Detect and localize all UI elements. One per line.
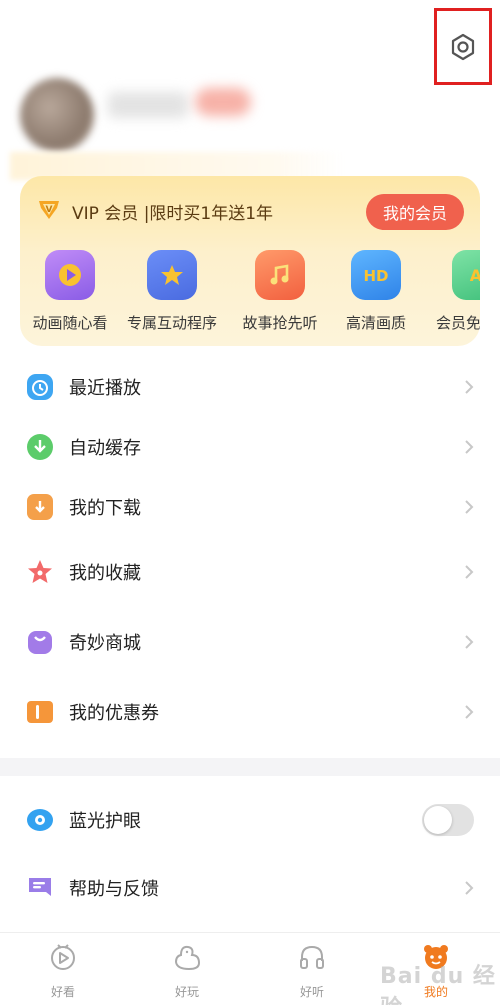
chevron-right-icon: [465, 635, 474, 649]
menu-item-label: 我的收藏: [69, 563, 141, 584]
chevron-right-icon: [465, 380, 474, 394]
chevron-right-icon: [465, 440, 474, 454]
feedback-icon: [29, 878, 51, 896]
vip-crown-icon: V: [39, 201, 59, 219]
perk-ad-free[interactable]: A 会员免: [430, 250, 480, 333]
vip-card[interactable]: V VIP 会员 |限时买1年送1年 我的会员 动画随心看 专属互动程序 故事抢…: [20, 176, 480, 346]
star-icon: [28, 560, 52, 583]
svg-text:A: A: [470, 266, 480, 285]
tab-watch[interactable]: 好看: [33, 941, 93, 1000]
coupon-icon: [27, 701, 53, 723]
music-note-icon: [255, 250, 305, 300]
perk-animation[interactable]: 动画随心看: [26, 250, 114, 333]
perk-interactive[interactable]: 专属互动程序: [120, 250, 224, 333]
toggle-knob: [424, 806, 452, 834]
menu-item-mall[interactable]: 奇妙商城: [0, 617, 500, 667]
auto-download-icon: [27, 434, 53, 460]
eye-icon: [27, 809, 53, 831]
menu-item-coupons[interactable]: 我的优惠券: [0, 687, 500, 737]
menu-item-downloads[interactable]: 我的下载: [0, 482, 500, 532]
tab-listen[interactable]: 好听: [282, 941, 342, 1000]
clock-icon: [27, 374, 53, 400]
star-puzzle-icon: [147, 250, 197, 300]
perk-story[interactable]: 故事抢先听: [228, 250, 332, 333]
blue-light-toggle[interactable]: [422, 804, 474, 836]
headphones-icon: [300, 945, 324, 969]
play-icon: [45, 250, 95, 300]
chevron-right-icon: [465, 500, 474, 514]
chevron-right-icon: [465, 565, 474, 579]
download-icon: [27, 494, 53, 520]
tv-icon: [51, 944, 75, 970]
menu-item-help[interactable]: 帮助与反馈: [0, 863, 500, 913]
ad-free-icon: A: [452, 250, 480, 300]
vip-promo-text: VIP 会员 |限时买1年送1年: [72, 204, 274, 224]
duck-icon: [174, 945, 201, 971]
svg-text:V: V: [46, 205, 53, 215]
avatar[interactable]: [20, 78, 94, 152]
shopping-bag-icon: [28, 631, 52, 654]
gear-icon: [451, 33, 475, 60]
menu-item-label: 帮助与反馈: [69, 879, 159, 900]
menu-item-auto-cache[interactable]: 自动缓存: [0, 422, 500, 472]
menu-item-recent[interactable]: 最近播放: [0, 362, 500, 412]
user-badge-blurred: [195, 88, 251, 116]
menu-item-label: 奇妙商城: [69, 633, 141, 654]
menu-item-favorites[interactable]: 我的收藏: [0, 547, 500, 597]
tab-play[interactable]: 好玩: [157, 941, 217, 1000]
menu-item-label: 我的优惠券: [69, 703, 159, 724]
chevron-right-icon: [465, 881, 474, 895]
settings-button[interactable]: [434, 8, 492, 85]
menu-item-label: 自动缓存: [69, 438, 141, 459]
baidu-watermark: Bai du 经验: [380, 964, 496, 1005]
my-membership-button[interactable]: 我的会员: [366, 194, 464, 230]
chevron-right-icon: [465, 705, 474, 719]
menu-item-label: 蓝光护眼: [69, 811, 141, 832]
menu-item-label: 最近播放: [69, 378, 141, 399]
perk-hd[interactable]: HD 高清画质: [336, 250, 416, 333]
hd-icon: HD: [351, 250, 401, 300]
profile-page: V VIP 会员 |限时买1年送1年 我的会员 动画随心看 专属互动程序 故事抢…: [0, 0, 500, 1005]
menu-item-label: 我的下载: [69, 498, 141, 519]
username-blurred: [108, 92, 188, 118]
section-divider: [0, 758, 500, 776]
svg-text:HD: HD: [363, 267, 388, 285]
